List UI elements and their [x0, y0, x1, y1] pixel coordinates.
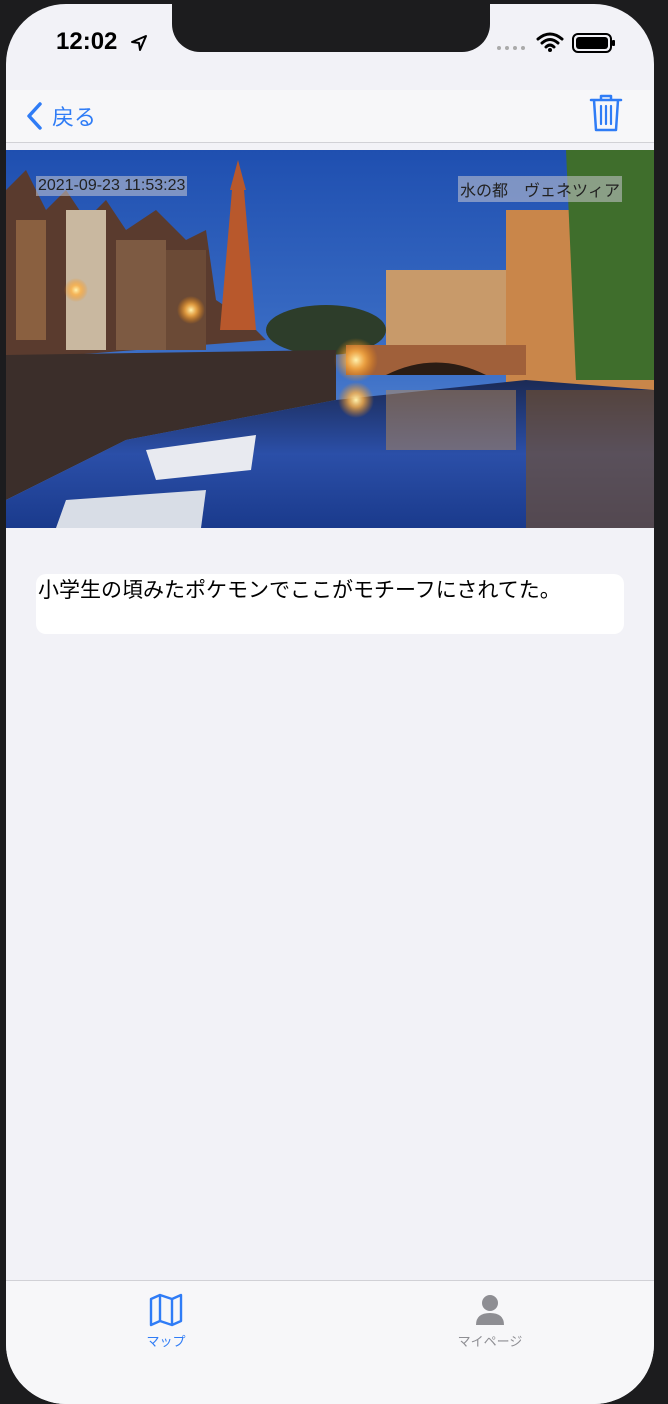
- status-bar: 12:02: [6, 4, 654, 90]
- signal-dots-icon: [497, 46, 525, 50]
- navigation-bar: 戻る: [6, 90, 654, 143]
- phone-screen: 12:02 戻る 2021-09-23 11:53:23 水の都 ヴェネツィア …: [6, 4, 654, 1404]
- memo-text: 小学生の頃みたポケモンでここがモチーフにされてた。: [38, 578, 561, 602]
- location-arrow-icon: [131, 35, 147, 51]
- wifi-icon: [536, 32, 564, 52]
- notch: [172, 4, 490, 52]
- status-time: 12:02: [56, 28, 118, 55]
- tab-map-label: マップ: [146, 1335, 186, 1350]
- person-icon: [476, 1295, 504, 1325]
- photo-title-label: 水の都 ヴェネツィア: [457, 176, 622, 202]
- back-button[interactable]: 戻る: [24, 98, 96, 134]
- battery-icon: [572, 33, 615, 53]
- trash-icon[interactable]: [588, 92, 624, 134]
- tab-bar: マップ マイページ: [6, 1280, 654, 1404]
- venice-photo: [6, 150, 654, 528]
- map-icon: [149, 1293, 183, 1327]
- tab-mypage[interactable]: マイページ: [430, 1293, 550, 1350]
- memo-text-view[interactable]: 小学生の頃みたポケモンでここがモチーフにされてた。: [36, 574, 624, 634]
- tab-mypage-label: マイページ: [457, 1335, 523, 1350]
- back-label: 戻る: [52, 106, 97, 131]
- canal-scene-image: [6, 150, 654, 528]
- chevron-left-icon: [27, 102, 42, 130]
- photo-date-label: 2021-09-23 11:53:23: [36, 176, 188, 196]
- tab-map[interactable]: マップ: [106, 1293, 226, 1350]
